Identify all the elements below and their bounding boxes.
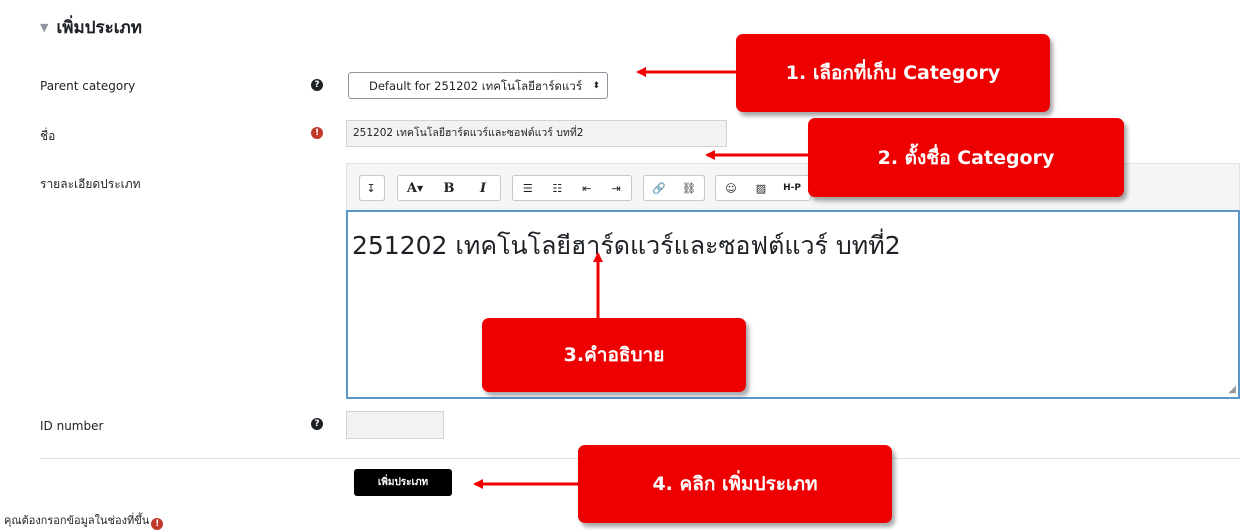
callout-4: 4. คลิก เพิ่มประเภท (578, 445, 892, 523)
callout-1: 1. เลือกที่เก็บ Category (736, 34, 1050, 112)
callout-3: 3.คำอธิบาย (482, 318, 746, 392)
callout-2: 2. ตั้งชื่อ Category (808, 118, 1124, 197)
